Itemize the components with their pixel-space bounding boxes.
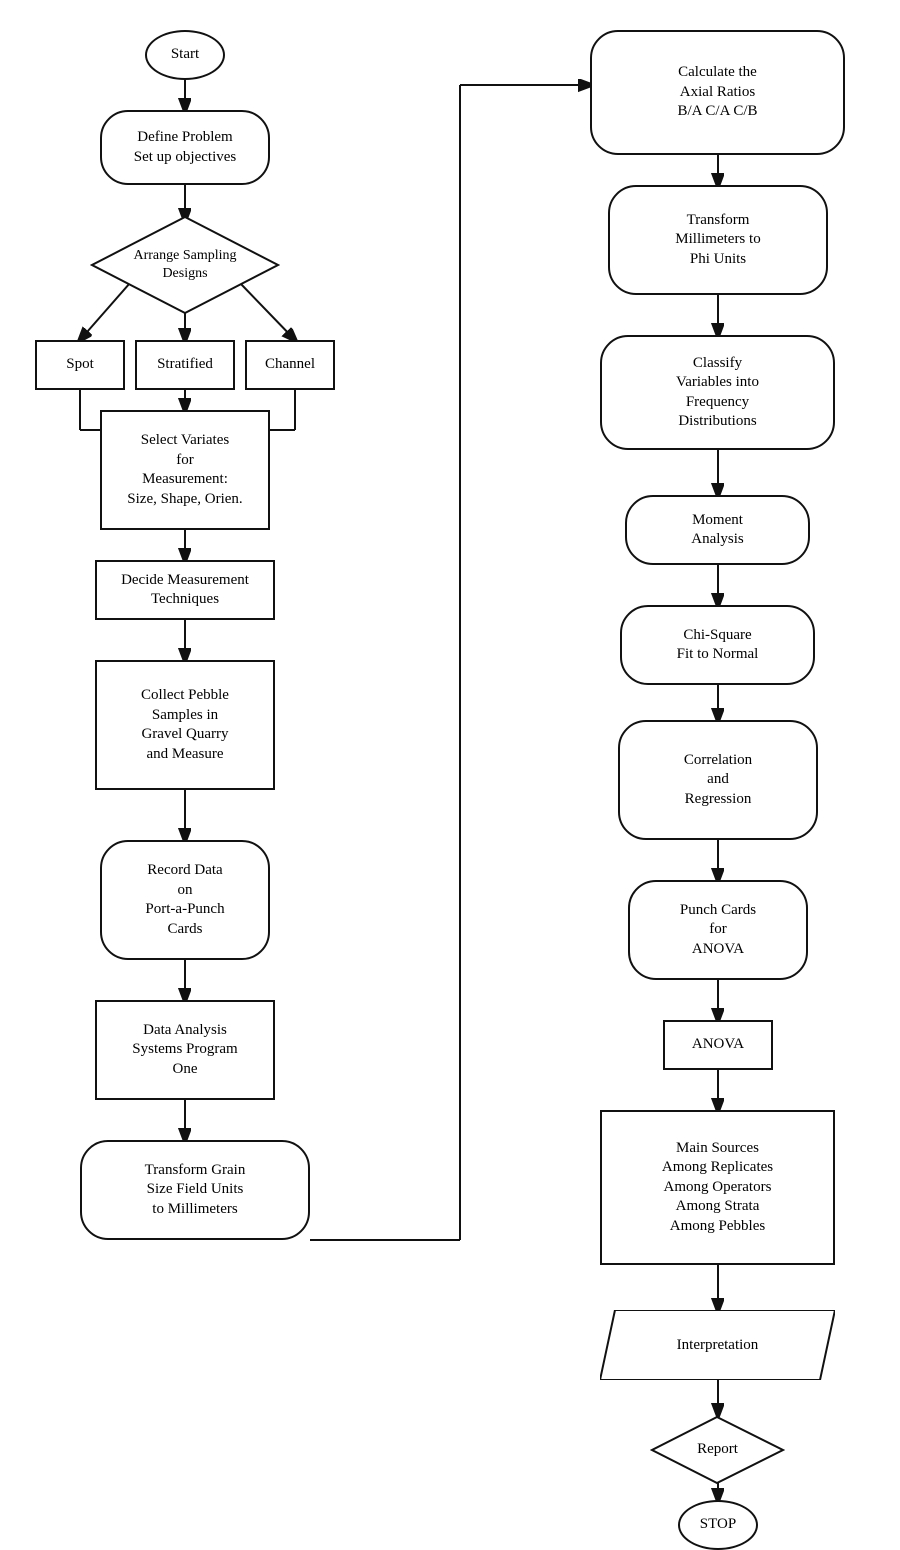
calculate-axial-node: Calculate the Axial Ratios B/A C/A C/B xyxy=(590,30,845,155)
main-sources-node: Main Sources Among Replicates Among Oper… xyxy=(600,1110,835,1265)
channel-node: Channel xyxy=(245,340,335,390)
correlation-label: Correlation and Regression xyxy=(684,751,752,810)
classify-variables-label: Classify Variables into Frequency Distri… xyxy=(676,354,759,432)
spot-node: Spot xyxy=(35,340,125,390)
chi-square-label: Chi-Square Fit to Normal xyxy=(677,626,759,665)
classify-variables-node: Classify Variables into Frequency Distri… xyxy=(600,335,835,450)
anova-node: ANOVA xyxy=(663,1020,773,1070)
report-label: Report xyxy=(697,1440,738,1460)
moment-analysis-label: Moment Analysis xyxy=(691,511,744,550)
arrange-sampling-label: Arrange Sampling Designs xyxy=(133,247,236,283)
report-diamond: Report xyxy=(650,1415,785,1485)
stop-label: STOP xyxy=(700,1515,736,1535)
record-data-label: Record Data on Port-a-Punch Cards xyxy=(145,861,224,939)
interpretation-node: Interpretation xyxy=(600,1310,835,1380)
main-sources-label: Main Sources Among Replicates Among Oper… xyxy=(662,1139,773,1237)
collect-pebble-node: Collect Pebble Samples in Gravel Quarry … xyxy=(95,660,275,790)
stratified-label: Stratified xyxy=(157,355,213,375)
transform-mm-label: Transform Millimeters to Phi Units xyxy=(675,211,760,270)
stop-node: STOP xyxy=(678,1500,758,1550)
decide-measurement-label: Decide Measurement Techniques xyxy=(121,571,249,610)
interpretation-label: Interpretation xyxy=(677,1337,759,1354)
start-node: Start xyxy=(145,30,225,80)
chi-square-node: Chi-Square Fit to Normal xyxy=(620,605,815,685)
flowchart: Start Define Problem Set up objectives A… xyxy=(0,0,900,1546)
transform-grain-label: Transform Grain Size Field Units to Mill… xyxy=(145,1161,246,1220)
report-container: Report xyxy=(650,1415,785,1485)
define-problem-label: Define Problem Set up objectives xyxy=(134,128,236,167)
select-variates-node: Select Variates for Measurement: Size, S… xyxy=(100,410,270,530)
define-problem-node: Define Problem Set up objectives xyxy=(100,110,270,185)
transform-mm-node: Transform Millimeters to Phi Units xyxy=(608,185,828,295)
select-variates-label: Select Variates for Measurement: Size, S… xyxy=(127,431,242,509)
spot-label: Spot xyxy=(66,355,94,375)
transform-grain-node: Transform Grain Size Field Units to Mill… xyxy=(80,1140,310,1240)
data-analysis-label: Data Analysis Systems Program One xyxy=(132,1021,237,1080)
collect-pebble-label: Collect Pebble Samples in Gravel Quarry … xyxy=(141,686,229,764)
calculate-axial-label: Calculate the Axial Ratios B/A C/A C/B xyxy=(677,63,757,122)
correlation-node: Correlation and Regression xyxy=(618,720,818,840)
record-data-node: Record Data on Port-a-Punch Cards xyxy=(100,840,270,960)
stratified-node: Stratified xyxy=(135,340,235,390)
decide-measurement-node: Decide Measurement Techniques xyxy=(95,560,275,620)
start-label: Start xyxy=(171,45,199,65)
moment-analysis-node: Moment Analysis xyxy=(625,495,810,565)
arrange-sampling-container: Arrange Sampling Designs xyxy=(90,215,280,315)
channel-label: Channel xyxy=(265,355,315,375)
arrange-sampling-diamond: Arrange Sampling Designs xyxy=(90,215,280,315)
punch-cards-label: Punch Cards for ANOVA xyxy=(680,901,756,960)
anova-label: ANOVA xyxy=(692,1035,744,1055)
data-analysis-node: Data Analysis Systems Program One xyxy=(95,1000,275,1100)
punch-cards-node: Punch Cards for ANOVA xyxy=(628,880,808,980)
